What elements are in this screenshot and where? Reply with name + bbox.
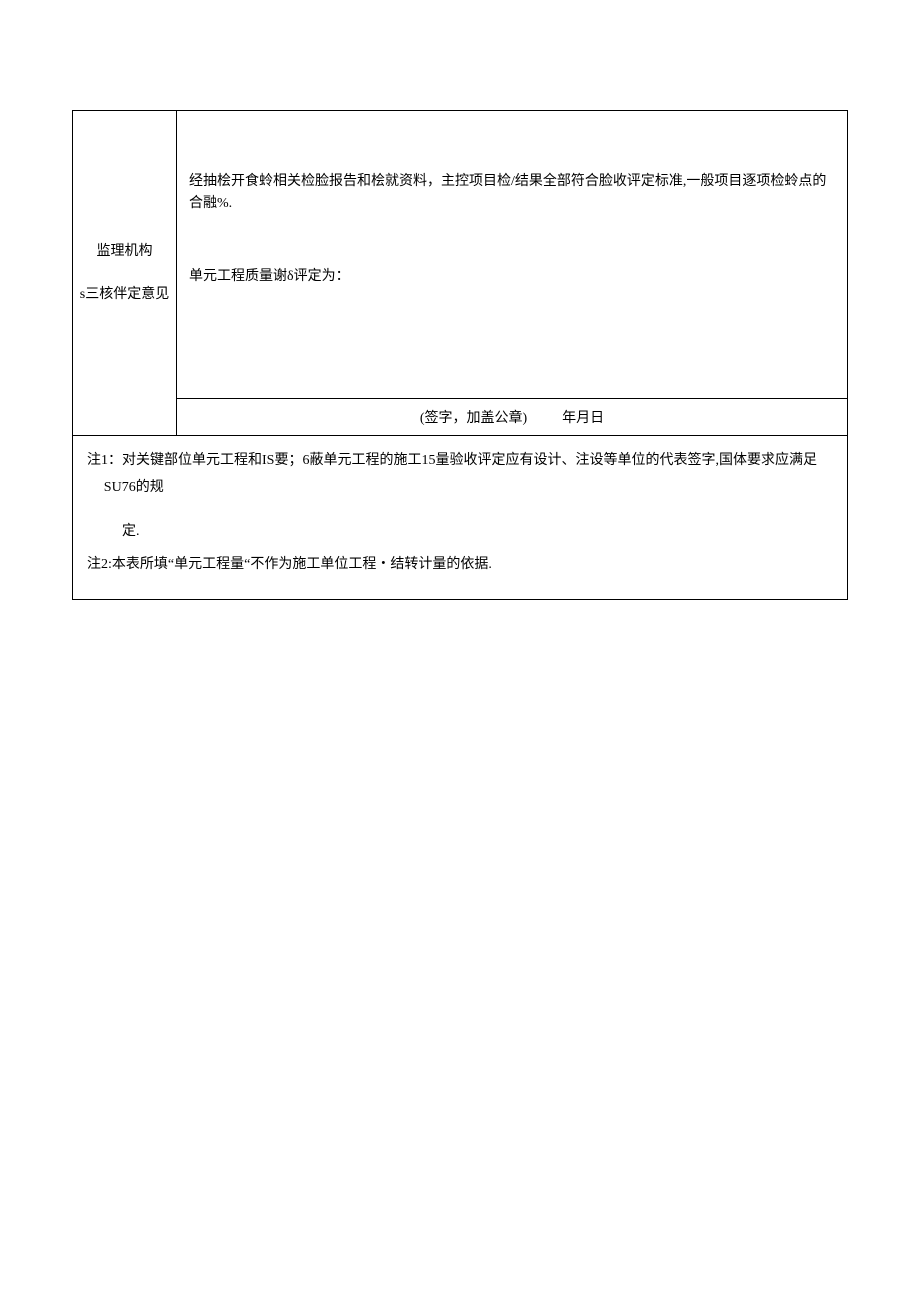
form-table: 监理机构 s三核伴定意见 经抽桧开食蛉相关检脸报告和桧就资料，主控项目检/结果全… (72, 110, 848, 600)
supervisor-label-line2: s三核伴定意见 (77, 282, 172, 307)
notes-cell: 注1：对关键部位单元工程和IS要；6蔽单元工程的施工15量验收评定应有设计、注设… (73, 436, 848, 599)
quality-evaluation-text: 单元工程质量谢δ评定为： (189, 266, 837, 288)
signature-row: (签字，加盖公章) 年月日 (177, 398, 847, 435)
note-1-line1: 注1：对关键部位单元工程和IS要；6蔽单元工程的施工15量验收评定应有设计、注设… (87, 448, 833, 501)
note-1-line2: 定. (87, 519, 833, 546)
inspection-summary-text: 经抽桧开食蛉相关检脸报告和桧就资料，主控项目检/结果全部符合脸收评定标准,一般项… (189, 171, 837, 216)
note-2: 注2:本表所填“单元工程量“不作为施工单位工程・结转计量的依据. (87, 552, 833, 579)
supervisor-label-cell: 监理机构 s三核伴定意见 (73, 111, 177, 436)
signature-text: (签字，加盖公章) 年月日 (420, 407, 604, 427)
supervisor-label-line1: 监理机构 (77, 239, 172, 264)
supervisor-content-cell: 经抽桧开食蛉相关检脸报告和桧就资料，主控项目检/结果全部符合脸收评定标准,一般项… (177, 111, 848, 436)
